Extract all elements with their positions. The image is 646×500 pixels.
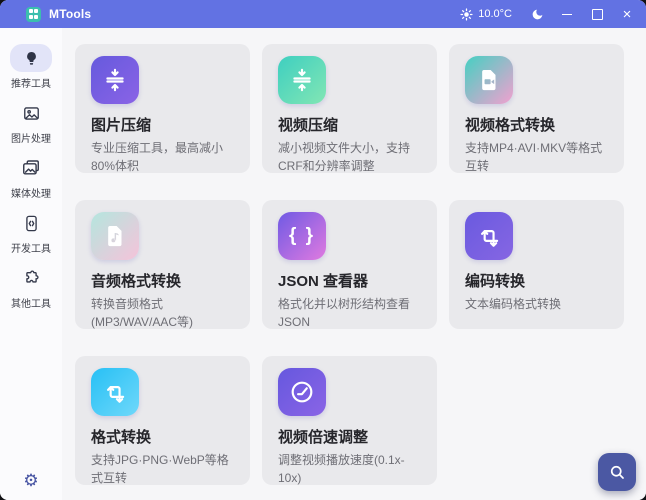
sidebar-item-label: 开发工具 [11,240,51,255]
tool-card-title: 视频倍速调整 [278,426,421,447]
sidebar-item-media-tools[interactable]: 媒体处理 [10,154,52,200]
maximize-button[interactable] [582,0,612,28]
tool-card-video-speed[interactable]: 视频倍速调整 调整视频播放速度(0.1x-10x) [262,356,437,485]
gear-icon: ⚙ [23,471,38,491]
tool-card-title: 格式转换 [91,426,234,447]
speedometer-icon [278,368,326,416]
tool-card-desc: 减小视频文件大小，支持CRF和分辨率调整 [278,139,421,173]
tool-card-audio-convert[interactable]: 音频格式转换 转换音频格式(MP3/WAV/AAC等) [75,200,250,329]
minimize-icon [562,14,572,15]
sidebar-item-image-tools[interactable]: 图片处理 [10,99,52,145]
braces-icon: { } [278,212,326,260]
audio-file-icon [91,212,139,260]
puzzle-icon [22,269,41,288]
tool-card-desc: 转换音频格式(MP3/WAV/AAC等) [91,295,234,329]
close-button[interactable]: × [612,0,642,28]
compress-icon [91,56,139,104]
tool-card-title: 编码转换 [465,270,608,291]
tool-card-desc: 文本编码格式转换 [465,295,608,313]
transform-icon [91,368,139,416]
dark-mode-toggle[interactable] [522,0,552,28]
tool-card-encoding-convert[interactable]: 编码转换 文本编码格式转换 [449,200,624,329]
tool-card-title: 图片压缩 [91,114,234,135]
lightbulb-icon [23,50,40,67]
compress-icon [278,56,326,104]
search-icon [608,463,626,481]
sidebar-item-other-tools[interactable]: 其他工具 [10,264,52,310]
app-title: MTools [49,7,91,21]
temperature-value: 10.0°C [478,8,512,20]
close-icon: × [623,7,632,22]
settings-button[interactable]: ⚙ [23,473,38,490]
sidebar: 推荐工具 图片处理 [0,28,62,500]
sidebar-item-label: 媒体处理 [11,185,51,200]
transform-icon [465,212,513,260]
tool-card-desc: 专业压缩工具，最高减小80%体积 [91,139,234,173]
image-icon [22,104,41,123]
sidebar-item-recommended[interactable]: 推荐工具 [10,44,52,90]
tool-card-video-compress[interactable]: 视频压缩 减小视频文件大小，支持CRF和分辨率调整 [262,44,437,173]
tool-card-title: JSON 查看器 [278,270,421,291]
sidebar-item-dev-tools[interactable]: 开发工具 [10,209,52,255]
tool-card-image-compress[interactable]: 图片压缩 专业压缩工具，最高减小80%体积 [75,44,250,173]
weather-widget[interactable]: 10.0°C [450,0,522,28]
search-button[interactable] [598,453,636,491]
video-file-icon [465,56,513,104]
tool-card-title: 视频格式转换 [465,114,608,135]
main-panel: 图片压缩 专业压缩工具，最高减小80%体积 视频压缩 减小视频文件大小，支持CR… [62,28,646,500]
sidebar-item-label: 其他工具 [11,295,51,310]
tool-card-json-viewer[interactable]: { } JSON 查看器 格式化并以树形结构查看 JSON [262,200,437,329]
tool-grid: 图片压缩 专业压缩工具，最高减小80%体积 视频压缩 减小视频文件大小，支持CR… [75,44,646,485]
sun-icon [460,8,473,21]
minimize-button[interactable] [552,0,582,28]
tool-card-title: 音频格式转换 [91,270,234,291]
title-bar: MTools 10.0°C × [0,0,646,28]
dev-code-icon [22,214,41,233]
maximize-icon [592,9,603,20]
tool-card-desc: 格式化并以树形结构查看 JSON [278,295,421,329]
app-window: MTools 10.0°C × [0,0,646,500]
tool-card-desc: 支持MP4·AVI·MKV等格式互转 [465,139,608,173]
tool-card-video-convert[interactable]: 视频格式转换 支持MP4·AVI·MKV等格式互转 [449,44,624,173]
media-folder-icon [21,158,41,178]
moon-icon [531,8,544,21]
tool-card-desc: 调整视频播放速度(0.1x-10x) [278,451,421,485]
tool-card-title: 视频压缩 [278,114,421,135]
tool-card-desc: 支持JPG·PNG·WebP等格式互转 [91,451,234,485]
tool-card-format-convert[interactable]: 格式转换 支持JPG·PNG·WebP等格式互转 [75,356,250,485]
app-logo-icon [26,7,41,22]
sidebar-item-label: 推荐工具 [11,75,51,90]
sidebar-item-label: 图片处理 [11,130,51,145]
